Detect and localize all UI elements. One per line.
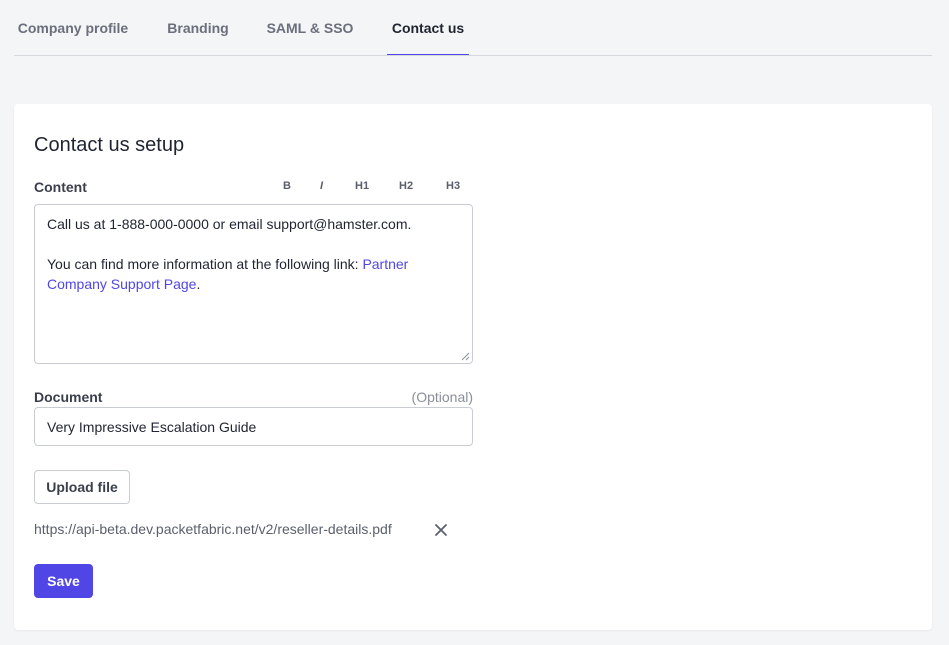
document-input[interactable] — [34, 407, 473, 446]
upload-file-button[interactable]: Upload file — [34, 470, 130, 504]
tab-branding[interactable]: Branding — [162, 0, 234, 56]
h1-button[interactable]: H1 — [355, 180, 369, 192]
uploaded-file-url: https://api-beta.dev.packetfabric.net/v2… — [34, 521, 392, 537]
save-button[interactable]: Save — [34, 564, 93, 598]
h2-button[interactable]: H2 — [399, 180, 413, 192]
content-line-2-text: You can find more information at the fol… — [47, 256, 363, 272]
tab-company-profile[interactable]: Company profile — [14, 0, 132, 56]
contact-setup-card: Contact us setup Content B I H1 H2 H3 Ca… — [14, 104, 932, 630]
h3-button[interactable]: H3 — [446, 180, 460, 192]
tab-bar: Company profile Branding SAML & SSO Cont… — [0, 0, 949, 56]
close-icon[interactable] — [434, 523, 448, 537]
content-line-1: Call us at 1-888-000-0000 or email suppo… — [47, 216, 412, 232]
optional-hint: (Optional) — [411, 389, 473, 405]
content-label: Content — [34, 179, 87, 195]
tab-saml-sso[interactable]: SAML & SSO — [264, 0, 356, 56]
resize-grip-icon[interactable] — [461, 352, 470, 361]
italic-button[interactable]: I — [320, 180, 323, 192]
document-label: Document — [34, 389, 103, 405]
tab-contact-us[interactable]: Contact us — [387, 0, 469, 56]
content-line-2: You can find more information at the fol… — [47, 254, 460, 294]
tab-bar-divider — [14, 55, 932, 56]
card-title: Contact us setup — [34, 134, 185, 156]
content-editor[interactable]: Call us at 1-888-000-0000 or email suppo… — [34, 204, 473, 364]
content-line-2-end: . — [196, 276, 201, 292]
bold-button[interactable]: B — [283, 180, 291, 192]
